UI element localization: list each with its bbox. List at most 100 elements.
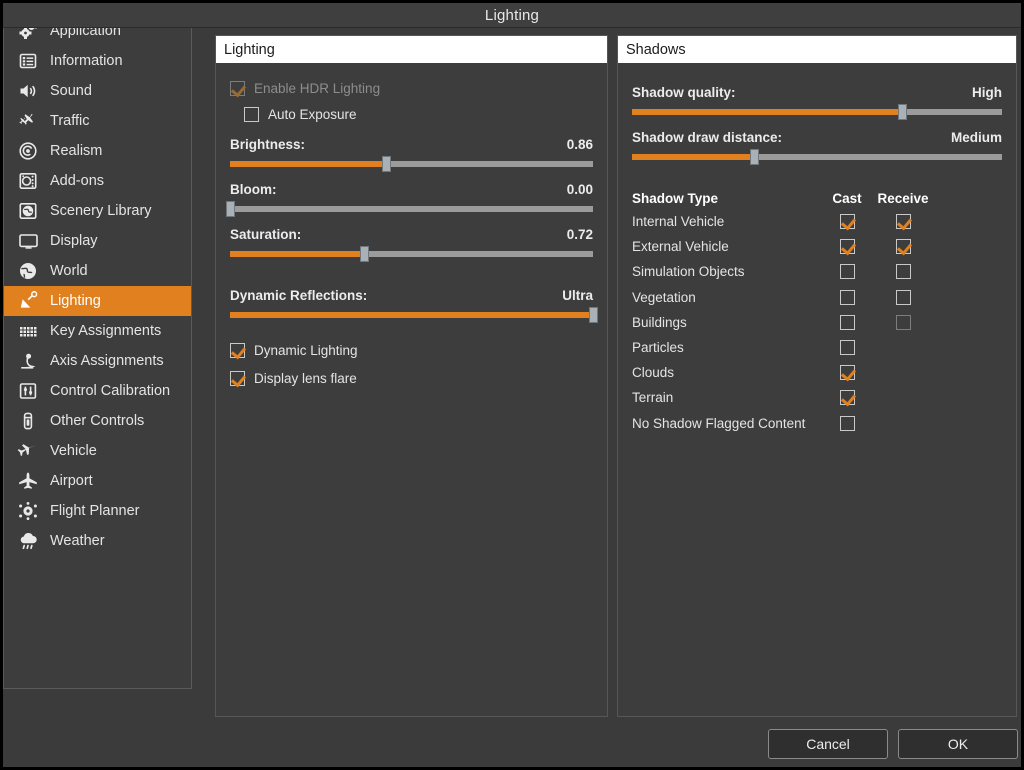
cancel-button[interactable]: Cancel bbox=[768, 729, 888, 759]
slider-brightness[interactable]: Brightness: 0.86 bbox=[230, 137, 593, 172]
monitor-icon bbox=[16, 230, 40, 252]
cast-checkbox[interactable] bbox=[839, 340, 855, 356]
sidebar-item-label: Other Controls bbox=[50, 413, 145, 429]
sidebar-item-realism[interactable]: Realism bbox=[4, 136, 191, 166]
slider-track[interactable] bbox=[226, 201, 593, 217]
cast-checkbox[interactable] bbox=[839, 415, 855, 431]
receive-checkbox[interactable] bbox=[895, 214, 911, 230]
sidebar-item-vehicle[interactable]: Vehicle bbox=[4, 436, 191, 466]
receive-cell bbox=[872, 264, 934, 280]
enable-hdr-lighting-row[interactable]: Enable HDR Lighting bbox=[230, 75, 593, 101]
list-icon bbox=[16, 50, 40, 72]
addons-box-icon bbox=[16, 170, 40, 192]
receive-checkbox[interactable] bbox=[895, 314, 911, 330]
receive-checkbox[interactable] bbox=[895, 289, 911, 305]
auto-exposure-checkbox[interactable] bbox=[244, 106, 259, 122]
slider-shadow-draw-distance[interactable]: Shadow draw distance: Medium bbox=[632, 130, 1002, 165]
plane-icon bbox=[16, 440, 40, 462]
sidebar-item-airport[interactable]: Airport bbox=[4, 466, 191, 496]
slider-label: Dynamic Reflections: bbox=[230, 288, 368, 303]
cast-checkbox[interactable] bbox=[839, 390, 855, 406]
display-lens-flare-row[interactable]: Display lens flare bbox=[230, 365, 593, 391]
slider-header: Brightness: 0.86 bbox=[230, 137, 593, 152]
slider-thumb[interactable] bbox=[898, 104, 908, 120]
slider-header: Shadow quality: High bbox=[632, 85, 1002, 100]
slider-saturation[interactable]: Saturation: 0.72 bbox=[230, 227, 593, 262]
cast-cell bbox=[822, 340, 872, 356]
shadow-row-terrain: Terrain bbox=[632, 385, 1002, 410]
shadow-type-label: Internal Vehicle bbox=[632, 214, 725, 230]
cast-checkbox[interactable] bbox=[839, 289, 855, 305]
sliders-icon bbox=[16, 380, 40, 402]
receive-checkbox[interactable] bbox=[895, 264, 911, 280]
slider-track-fill bbox=[230, 161, 387, 167]
sidebar-item-flight-planner[interactable]: Flight Planner bbox=[4, 496, 191, 526]
dynamic-lighting-checkbox[interactable] bbox=[230, 342, 245, 358]
cast-checkbox[interactable] bbox=[839, 214, 855, 230]
sidebar-item-traffic[interactable]: Traffic bbox=[4, 106, 191, 136]
cast-checkbox[interactable] bbox=[839, 365, 855, 381]
cast-checkbox[interactable] bbox=[839, 314, 855, 330]
slider-thumb[interactable] bbox=[750, 149, 760, 165]
shadow-type-label: No Shadow Flagged Content bbox=[632, 415, 806, 431]
slider-track-fill bbox=[632, 154, 755, 160]
slider-track-fill bbox=[230, 312, 593, 318]
slider-bloom[interactable]: Bloom: 0.00 bbox=[226, 182, 593, 217]
sidebar-item-other-controls[interactable]: Other Controls bbox=[4, 406, 191, 436]
cast-checkbox[interactable] bbox=[839, 239, 855, 255]
cloud-rain-icon bbox=[16, 530, 40, 552]
shadow-table-header: Shadow Type Cast Receive bbox=[632, 187, 1002, 209]
enable-hdr-lighting-label: Enable HDR Lighting bbox=[254, 80, 381, 96]
slider-track-fill bbox=[632, 109, 903, 115]
slider-shadow-quality[interactable]: Shadow quality: High bbox=[632, 85, 1002, 120]
sidebar-item-lighting[interactable]: Lighting bbox=[4, 286, 191, 316]
slider-thumb[interactable] bbox=[589, 307, 598, 323]
sidebar-item-key-assignments[interactable]: Key Assignments bbox=[4, 316, 191, 346]
receive-checkbox[interactable] bbox=[895, 239, 911, 255]
slider-track-fill bbox=[230, 251, 365, 257]
auto-exposure-row[interactable]: Auto Exposure bbox=[230, 101, 593, 127]
slider-track[interactable] bbox=[230, 156, 593, 172]
sidebar-item-label: Information bbox=[50, 53, 123, 69]
shadow-type-label: Particles bbox=[632, 340, 684, 356]
display-lens-flare-checkbox[interactable] bbox=[230, 370, 245, 386]
window-title: Lighting bbox=[484, 6, 540, 24]
dynamic-lighting-label: Dynamic Lighting bbox=[254, 342, 358, 358]
slider-track[interactable] bbox=[632, 104, 1002, 120]
sidebar-item-information[interactable]: Information bbox=[4, 46, 191, 76]
globe-square-icon bbox=[16, 200, 40, 222]
sidebar-item-label: Weather bbox=[50, 533, 105, 549]
shadow-row-internal-vehicle: Internal Vehicle bbox=[632, 209, 1002, 234]
slider-value: Medium bbox=[950, 130, 1002, 145]
slider-dynamic-reflections[interactable]: Dynamic Reflections: Ultra bbox=[230, 288, 598, 323]
sidebar-item-label: Vehicle bbox=[50, 443, 97, 459]
gamepad-icon bbox=[16, 410, 40, 432]
sidebar-item-sound[interactable]: Sound bbox=[4, 76, 191, 106]
shadow-type-label: Terrain bbox=[632, 390, 674, 406]
dynamic-lighting-row[interactable]: Dynamic Lighting bbox=[230, 337, 593, 363]
enable-hdr-lighting-checkbox[interactable] bbox=[230, 80, 245, 96]
slider-thumb[interactable] bbox=[226, 201, 235, 217]
sidebar-item-world[interactable]: World bbox=[4, 256, 191, 286]
sidebar-item-weather[interactable]: Weather bbox=[4, 526, 191, 556]
receive-cell bbox=[872, 289, 934, 305]
ok-button[interactable]: OK bbox=[898, 729, 1018, 759]
sidebar-item-add-ons[interactable]: Add-ons bbox=[4, 166, 191, 196]
slider-track[interactable] bbox=[230, 246, 593, 262]
slider-track[interactable] bbox=[230, 307, 598, 323]
shadow-row-buildings: Buildings bbox=[632, 310, 1002, 335]
sidebar-item-control-calibration[interactable]: Control Calibration bbox=[4, 376, 191, 406]
cast-cell bbox=[822, 415, 872, 431]
sidebar-item-label: Key Assignments bbox=[50, 323, 162, 339]
slider-track-background bbox=[230, 206, 593, 212]
slider-track[interactable] bbox=[632, 149, 1002, 165]
sidebar-item-scenery-library[interactable]: Scenery Library bbox=[4, 196, 191, 226]
sidebar-nav: Application Information Sound Traffic Realis… bbox=[3, 3, 192, 689]
airport-plane-icon bbox=[16, 470, 40, 492]
sidebar-item-axis-assignments[interactable]: Axis Assignments bbox=[4, 346, 191, 376]
slider-thumb[interactable] bbox=[382, 156, 392, 172]
speaker-icon bbox=[16, 80, 40, 102]
sidebar-item-display[interactable]: Display bbox=[4, 226, 191, 256]
cast-checkbox[interactable] bbox=[839, 264, 855, 280]
slider-thumb[interactable] bbox=[360, 246, 370, 262]
